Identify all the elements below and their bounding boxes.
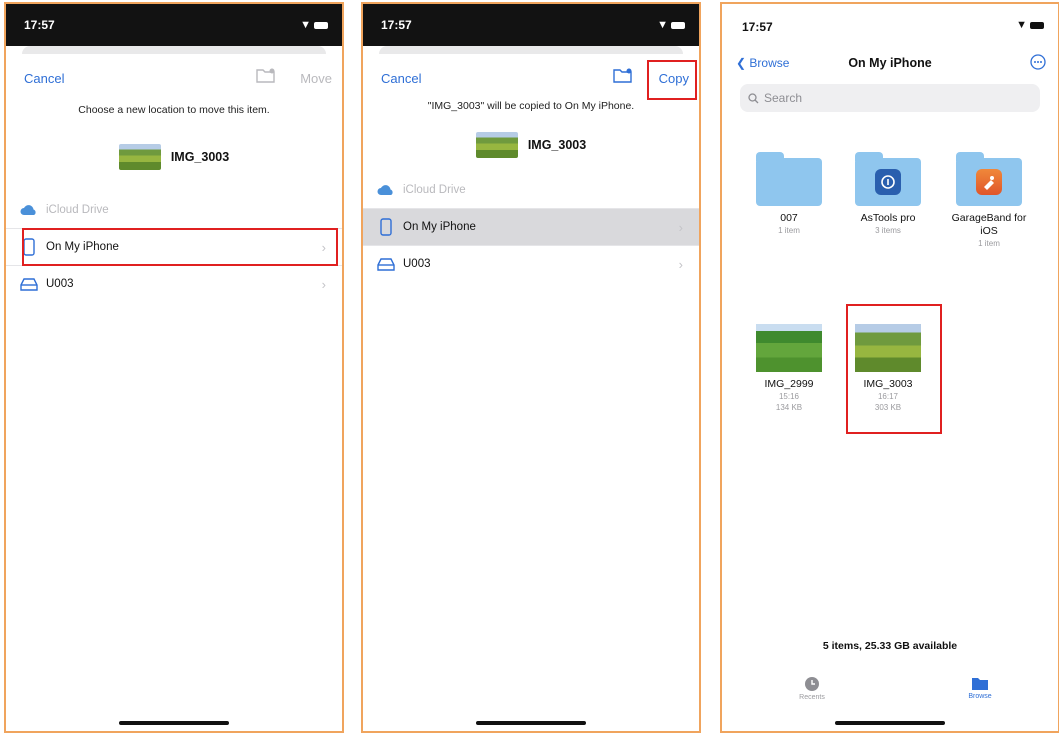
file-time: 15:16: [778, 392, 800, 401]
cancel-button[interactable]: Cancel: [24, 71, 64, 86]
image-thumbnail: [855, 324, 921, 372]
move-sheet: Cancel Move Choose a new location to mov…: [6, 54, 342, 731]
image-thumbnail: [475, 132, 518, 158]
storage-summary: 5 items, 25.33 GB available: [822, 640, 958, 652]
screenshot-on-my-iphone: 17:57 ▼ ❮ Browse On My iPhone Search 007…: [720, 2, 1059, 733]
folder-icon: [956, 152, 1022, 206]
status-icons: ▼: [300, 19, 328, 31]
screenshot-copy-sheet: 17:57 ▼ Cancel Copy "IMG_3003" will be c…: [361, 2, 701, 733]
status-time: 17:57: [381, 18, 412, 32]
location-label: U003: [46, 278, 74, 290]
status-bar: 17:57 ▼: [363, 4, 699, 46]
tab-browse[interactable]: Browse: [940, 676, 1020, 700]
iphone-icon: [369, 218, 403, 236]
move-button[interactable]: Move: [300, 71, 332, 86]
image-thumbnail: [756, 324, 822, 372]
status-icons: ▼: [657, 19, 685, 31]
folder-count: 3 items: [875, 226, 901, 235]
search-input[interactable]: Search: [740, 84, 1040, 112]
screenshot-move-sheet: 17:57 ▼ Cancel Move Choose a new locatio…: [4, 2, 344, 733]
location-list: iCloud Drive On My iPhone › U003 ›: [363, 172, 699, 282]
folder-item-007[interactable]: 007 1 item: [744, 152, 834, 236]
file-time: 16:17: [877, 392, 899, 401]
file-size: 303 KB: [874, 403, 902, 412]
wifi-icon: ▼: [657, 19, 668, 31]
page-title: On My iPhone: [848, 56, 932, 70]
status-bar: 17:57 ▼: [722, 4, 1058, 46]
folder-item-astools-pro[interactable]: AsTools pro 3 items: [843, 152, 933, 236]
home-indicator: [119, 721, 229, 725]
image-thumbnail: [118, 144, 161, 170]
cloud-icon: [369, 184, 403, 196]
chevron-right-icon: ›: [678, 219, 683, 235]
tab-recents[interactable]: Recents: [772, 676, 852, 701]
wifi-icon: ▼: [1016, 19, 1027, 31]
selected-item: IMG_3003: [363, 132, 699, 158]
folder-icon: [972, 678, 988, 690]
cancel-button[interactable]: Cancel: [381, 71, 421, 86]
home-indicator: [835, 721, 945, 725]
status-bar: 17:57 ▼: [6, 4, 342, 46]
location-label: iCloud Drive: [403, 184, 466, 196]
location-row-u003[interactable]: U003 ›: [6, 266, 342, 302]
astools-app-icon: [875, 169, 901, 195]
home-indicator: [476, 721, 586, 725]
file-item-img-3003[interactable]: IMG_3003 16:17 303 KB: [843, 324, 933, 413]
selected-item: IMG_3003: [6, 144, 342, 170]
chevron-right-icon: ›: [678, 256, 683, 272]
new-folder-icon[interactable]: [613, 67, 633, 88]
folder-count: 1 item: [778, 226, 800, 235]
folder-name: 007: [780, 212, 798, 224]
status-time: 17:57: [24, 18, 55, 32]
copy-button[interactable]: Copy: [659, 71, 689, 86]
chevron-right-icon: ›: [321, 239, 326, 255]
location-label: U003: [403, 258, 431, 270]
drive-icon: [369, 257, 403, 271]
copy-sheet: Cancel Copy "IMG_3003" will be copied to…: [363, 54, 699, 731]
folder-name: AsTools pro: [860, 212, 916, 224]
location-label: On My iPhone: [46, 241, 119, 253]
file-item-img-2999[interactable]: IMG_2999 15:16 134 KB: [744, 324, 834, 413]
location-label: iCloud Drive: [46, 204, 109, 216]
wifi-icon: ▼: [300, 19, 311, 31]
battery-icon: [671, 21, 685, 29]
iphone-icon: [12, 238, 46, 256]
location-list: iCloud Drive On My iPhone › U003 ›: [6, 192, 342, 302]
battery-icon: [1030, 21, 1044, 29]
file-name: IMG_3003: [863, 378, 913, 390]
item-name: IMG_3003: [170, 150, 230, 164]
cloud-icon: [12, 204, 46, 216]
tab-label: Browse: [968, 693, 992, 700]
item-name: IMG_3003: [527, 138, 587, 152]
location-row-u003[interactable]: U003 ›: [363, 246, 699, 282]
file-name: IMG_2999: [764, 378, 814, 390]
sheet-subtitle: "IMG_3003" will be copied to On My iPhon…: [427, 100, 635, 112]
more-icon[interactable]: [1030, 54, 1046, 75]
location-row-on-my-iphone[interactable]: On My iPhone ›: [363, 209, 699, 246]
drive-icon: [12, 277, 46, 291]
search-placeholder: Search: [764, 91, 803, 105]
tab-label: Recents: [799, 694, 825, 701]
battery-icon: [314, 21, 328, 29]
clock-icon: [805, 677, 819, 691]
status-icons: ▼: [1016, 19, 1044, 31]
chevron-right-icon: ›: [321, 276, 326, 292]
folder-icon: [855, 152, 921, 206]
location-label: On My iPhone: [403, 221, 476, 233]
folder-icon: [756, 152, 822, 206]
location-row-on-my-iphone[interactable]: On My iPhone ›: [6, 229, 342, 266]
file-size: 134 KB: [775, 403, 803, 412]
location-row-icloud[interactable]: iCloud Drive: [6, 192, 342, 229]
status-time: 17:57: [742, 20, 773, 34]
search-icon: [748, 92, 759, 103]
folder-name: GarageBand for iOS: [951, 212, 1027, 237]
folder-item-garageband[interactable]: GarageBand for iOS 1 item: [944, 152, 1034, 249]
location-row-icloud[interactable]: iCloud Drive: [363, 172, 699, 209]
sheet-subtitle: Choose a new location to move this item.: [78, 104, 270, 116]
folder-count: 1 item: [978, 239, 1000, 248]
new-folder-icon[interactable]: [256, 67, 276, 88]
garageband-app-icon: [976, 169, 1002, 195]
